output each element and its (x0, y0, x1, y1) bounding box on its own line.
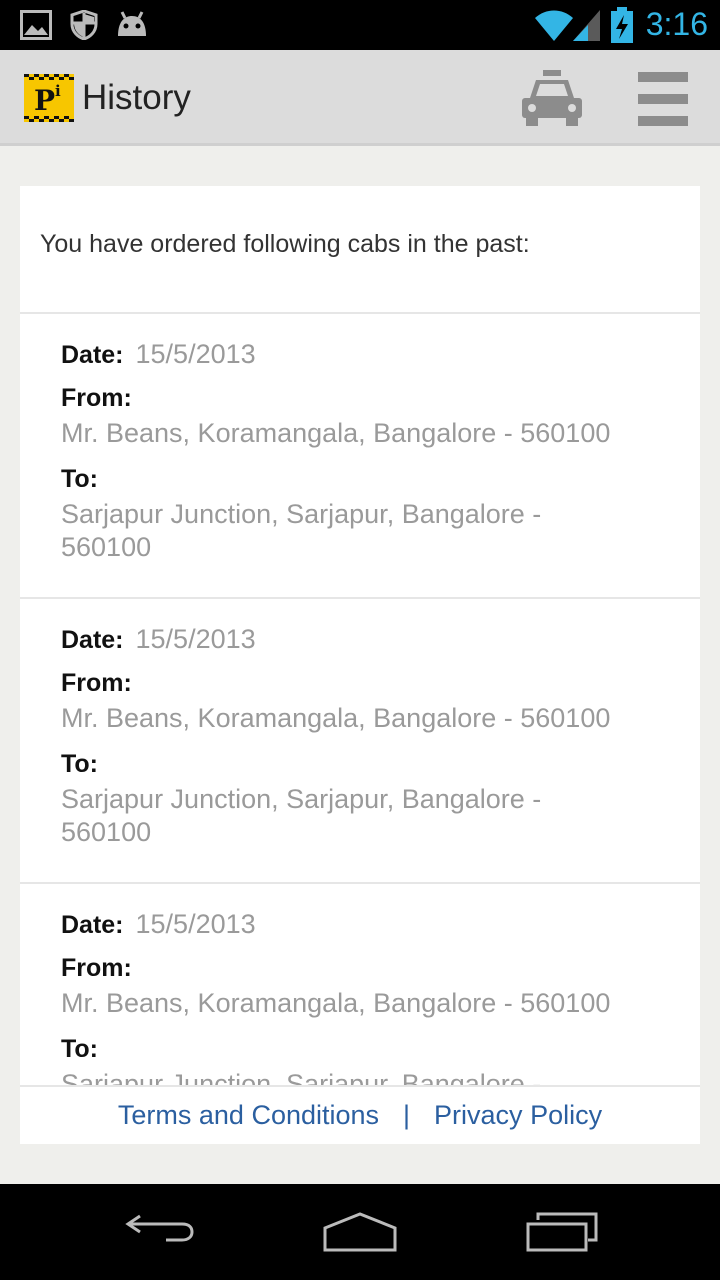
history-item[interactable]: Date: 15/5/2013 From: Mr. Beans, Koraman… (20, 599, 700, 884)
svg-text:i: i (55, 82, 61, 100)
from-label: From: (61, 954, 132, 982)
signal-icon (572, 8, 602, 47)
recent-apps-icon (526, 1212, 598, 1252)
intro-text: You have ordered following cabs in the p… (20, 186, 700, 314)
to-value: Sarjapur Junction, Sarjapur, Bangalore -… (61, 784, 542, 847)
terms-link[interactable]: Terms and Conditions (118, 1100, 379, 1131)
to-label: To: (61, 465, 99, 493)
footer-separator: | (403, 1100, 411, 1130)
taxi-button[interactable] (516, 68, 588, 128)
svg-text:P: P (34, 84, 55, 117)
battery-charging-icon (610, 7, 634, 48)
date-value: 15/5/2013 (135, 339, 256, 369)
menu-icon (638, 72, 688, 126)
from-value: Mr. Beans, Koramangala, Bangalore - 5601… (61, 988, 611, 1018)
page-title: History (82, 78, 191, 117)
date-label: Date: (61, 626, 124, 654)
gallery-icon (20, 10, 52, 45)
date-label: Date: (61, 341, 124, 369)
action-bar: P i History (0, 50, 720, 146)
date-value: 15/5/2013 (135, 624, 256, 654)
privacy-link[interactable]: Privacy Policy (434, 1100, 602, 1131)
to-label: To: (61, 750, 99, 778)
history-list[interactable]: Date: 15/5/2013 From: Mr. Beans, Koraman… (20, 314, 700, 1085)
navigation-bar (0, 1184, 720, 1280)
footer-links: Terms and Conditions | Privacy Policy (20, 1085, 700, 1144)
to-value: Sarjapur Junction, Sarjapur, Bangalore -… (61, 1069, 542, 1085)
back-icon (125, 1214, 194, 1242)
home-button[interactable] (322, 1212, 398, 1259)
from-value: Mr. Beans, Koramangala, Bangalore - 5601… (61, 418, 611, 448)
history-item[interactable]: Date: 15/5/2013 From: Mr. Beans, Koraman… (20, 314, 700, 599)
taxi-icon (522, 70, 582, 126)
shield-icon (70, 9, 98, 45)
status-time: 3:16 (645, 6, 708, 42)
status-bar: 3:16 (0, 0, 720, 50)
history-card: You have ordered following cabs in the p… (20, 186, 700, 1144)
from-label: From: (61, 384, 132, 412)
recent-apps-button[interactable] (526, 1212, 598, 1259)
history-item[interactable]: Date: 15/5/2013 From: Mr. Beans, Koraman… (20, 884, 700, 1085)
from-value: Mr. Beans, Koramangala, Bangalore - 5601… (61, 703, 611, 733)
to-label: To: (61, 1035, 99, 1063)
home-icon (323, 1212, 397, 1252)
back-button[interactable] (124, 1212, 196, 1257)
to-value: Sarjapur Junction, Sarjapur, Bangalore -… (61, 499, 542, 562)
wifi-icon (534, 8, 574, 47)
android-icon (114, 10, 150, 43)
date-value: 15/5/2013 (135, 909, 256, 939)
from-label: From: (61, 669, 132, 697)
date-label: Date: (61, 911, 124, 939)
menu-button[interactable] (632, 70, 696, 128)
app-logo: P i (24, 74, 74, 122)
